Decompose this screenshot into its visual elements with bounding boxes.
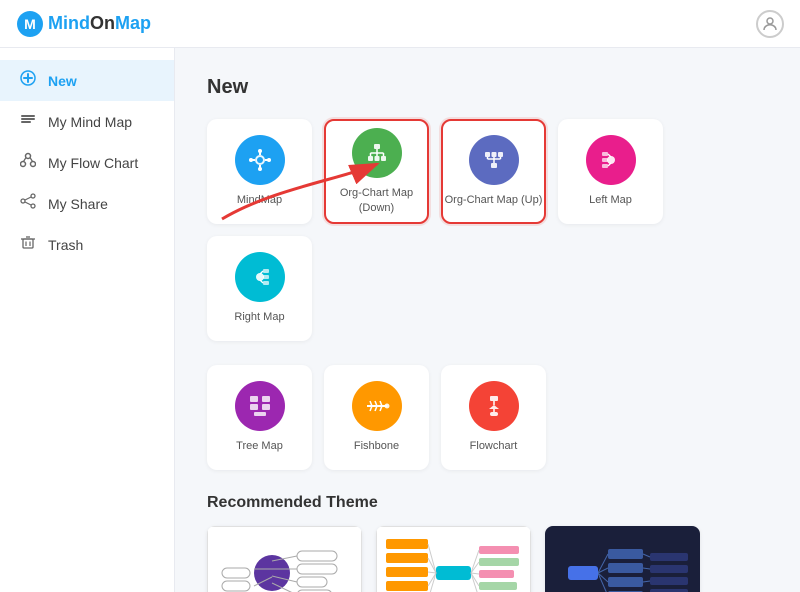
sidebar-item-my-share[interactable]: My Share (0, 183, 174, 224)
top-bar: M MindOnMap (0, 0, 800, 48)
trash-icon (18, 234, 38, 255)
right-map-icon (247, 264, 273, 290)
share-icon (18, 193, 38, 214)
fishbone-label: Fishbone (354, 439, 399, 453)
map-card-tree-map[interactable]: Tree Map (207, 365, 312, 470)
org-chart-down-icon (364, 140, 390, 166)
sidebar-item-my-mind-map[interactable]: My Mind Map (0, 101, 174, 142)
flowchart-label: Flowchart (470, 439, 518, 453)
theme-card-2[interactable] (376, 526, 531, 592)
map-type-grid-row2: Tree Map (207, 365, 768, 470)
sidebar-item-trash[interactable]: Trash (0, 224, 174, 265)
logo-on: On (90, 13, 115, 33)
map-card-org-chart-down[interactable]: Org-Chart Map(Down) (324, 119, 429, 224)
logo[interactable]: M MindOnMap (16, 10, 151, 38)
theme-1-preview (207, 526, 362, 592)
fishbone-icon (364, 393, 390, 419)
map-card-fishbone[interactable]: Fishbone (324, 365, 429, 470)
sidebar-item-my-flow-chart[interactable]: My Flow Chart (0, 142, 174, 183)
sidebar-item-new[interactable]: New (0, 60, 174, 101)
map-card-mindmap[interactable]: MindMap (207, 119, 312, 224)
recommended-section: Recommended Theme (207, 494, 768, 592)
sidebar: New My Mind Map (0, 48, 175, 592)
theme-grid (207, 526, 768, 592)
sidebar-trash-label: Trash (48, 237, 83, 253)
flowchart-icon-circle (469, 381, 519, 431)
tree-map-icon-circle (235, 381, 285, 431)
left-map-icon-circle (586, 135, 636, 185)
sidebar-my-share-label: My Share (48, 196, 108, 212)
theme-card-1[interactable] (207, 526, 362, 592)
recommended-title: Recommended Theme (207, 494, 768, 512)
sidebar-my-flow-chart-label: My Flow Chart (48, 155, 138, 171)
logo-map: Map (115, 13, 151, 33)
org-chart-up-icon (481, 147, 507, 173)
tree-map-icon (247, 393, 273, 419)
user-avatar-button[interactable] (756, 10, 784, 38)
left-map-label: Left Map (589, 193, 632, 207)
map-type-grid-row1: MindMap (207, 119, 768, 341)
main-layout: New My Mind Map (0, 48, 800, 592)
theme-2-preview (376, 526, 531, 592)
map-card-left-map[interactable]: Left Map (558, 119, 663, 224)
new-section-title: New (207, 76, 768, 99)
main-content: New (175, 48, 800, 592)
fishbone-icon-circle (352, 381, 402, 431)
map-card-org-chart-up[interactable]: Org-Chart Map (Up) (441, 119, 546, 224)
logo-mind: Mind (48, 13, 90, 33)
map-card-right-map[interactable]: Right Map (207, 236, 312, 341)
user-icon (761, 15, 779, 33)
left-map-icon (598, 147, 624, 173)
org-chart-up-icon-circle (469, 135, 519, 185)
right-map-icon-circle (235, 252, 285, 302)
map-card-flowchart[interactable]: Flowchart (441, 365, 546, 470)
flowchart-icon (481, 393, 507, 419)
tree-map-label: Tree Map (236, 439, 283, 453)
sidebar-new-label: New (48, 73, 77, 89)
theme-card-3[interactable] (545, 526, 700, 592)
svg-text:M: M (24, 16, 36, 32)
org-chart-up-label: Org-Chart Map (Up) (445, 193, 543, 207)
logo-icon: M (16, 10, 44, 38)
right-map-label: Right Map (234, 310, 284, 324)
flow-chart-icon (18, 152, 38, 173)
new-icon (18, 70, 38, 91)
mindmap-icon (247, 147, 273, 173)
map-cards-container: MindMap (207, 119, 768, 470)
mindmap-label: MindMap (237, 193, 282, 207)
org-chart-down-icon-circle (352, 128, 402, 178)
mindmap-icon-circle (235, 135, 285, 185)
theme-3-preview (545, 526, 700, 592)
sidebar-my-mind-map-label: My Mind Map (48, 114, 132, 130)
org-chart-down-label: Org-Chart Map(Down) (340, 186, 413, 215)
mind-map-icon (18, 111, 38, 132)
